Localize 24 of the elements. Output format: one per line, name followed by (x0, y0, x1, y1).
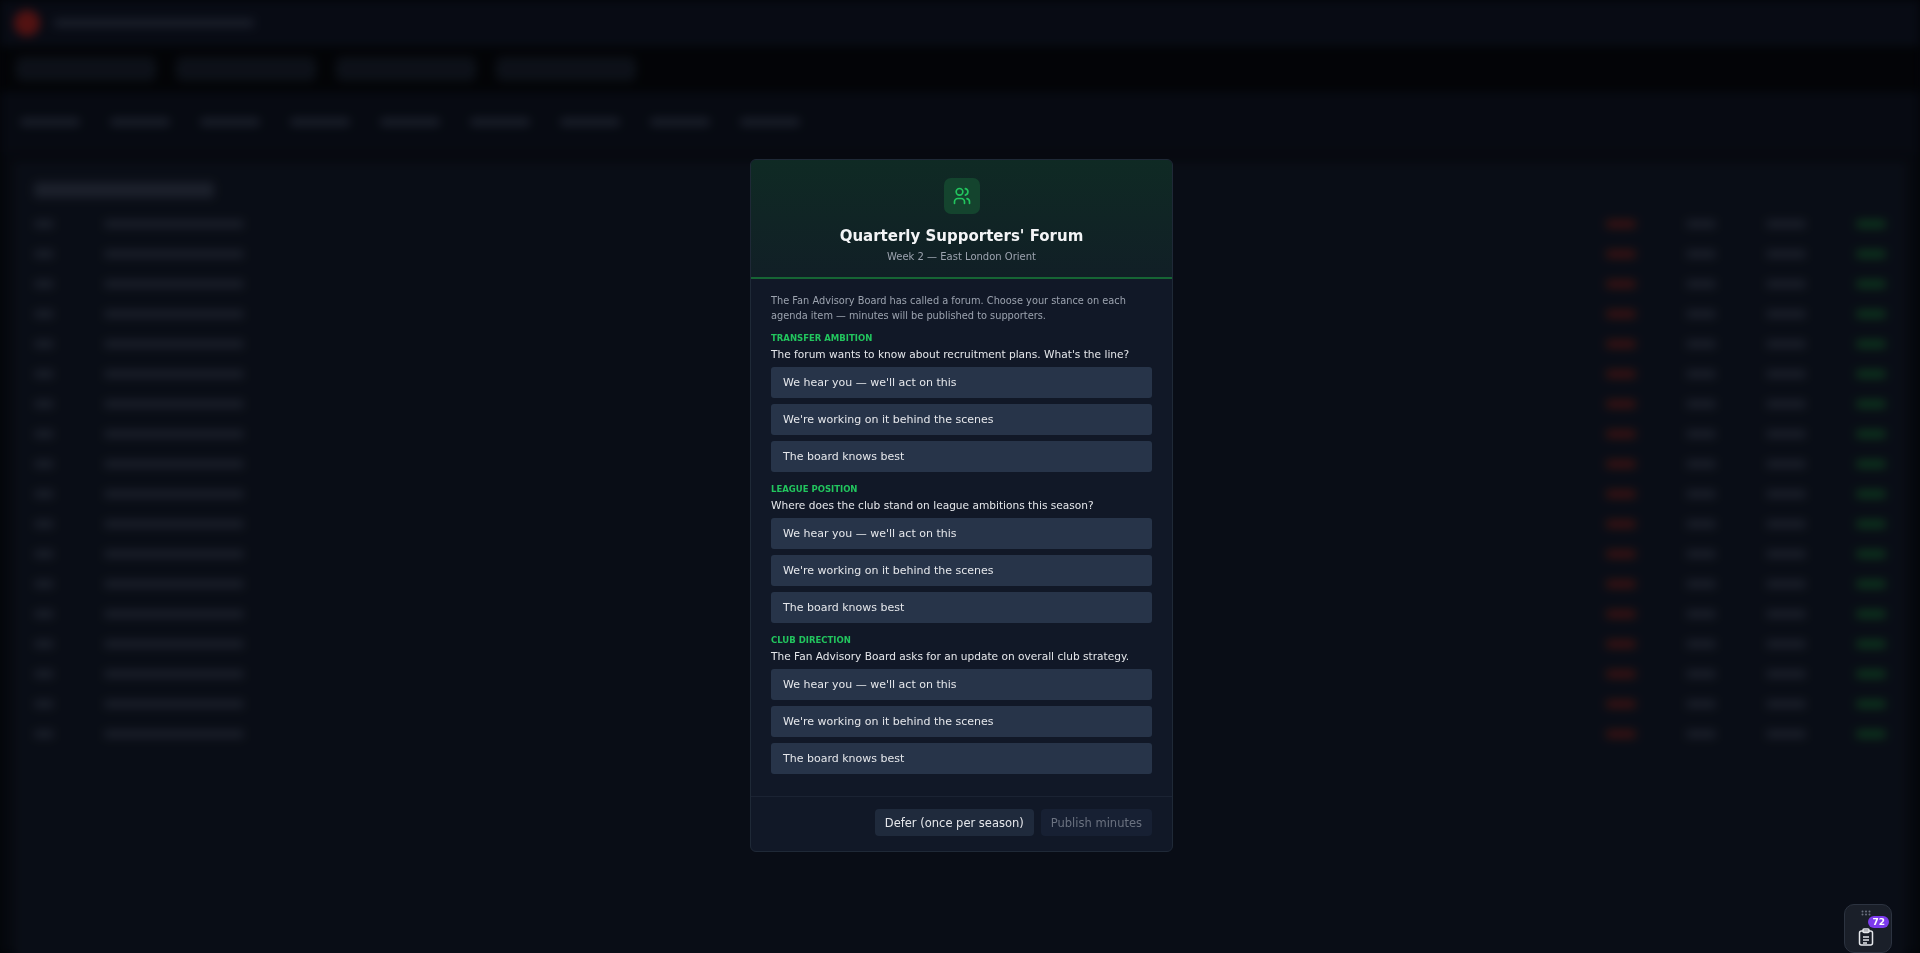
section-label: CLUB DIRECTION (771, 635, 852, 645)
intro-text: The Fan Advisory Board has called a forum. Choose your stance on each agenda item — minutes will be published to supporters. (771, 294, 1127, 323)
stance-option[interactable]: The board knows best (771, 441, 1152, 472)
dialog-subtitle: Week 2 — East London Orient (886, 251, 1037, 262)
stance-option[interactable]: We hear you — we'll act on this (771, 669, 1152, 700)
stance-option[interactable]: The board knows best (771, 743, 1152, 774)
stance-option[interactable]: We hear you — we'll act on this (771, 518, 1152, 549)
people-icon (943, 178, 980, 214)
footer-button[interactable]: Defer (once per season) (874, 809, 1034, 836)
question-text: The Fan Advisory Board asks for an update on overall club strategy. (771, 650, 1131, 662)
grip-icon (1861, 910, 1871, 916)
stance-option[interactable]: The board knows best (771, 592, 1152, 623)
question-text: Where does the club stand on league ambitions this season? (771, 499, 1095, 511)
count-badge: 72 (1868, 916, 1889, 928)
section-label: LEAGUE POSITION (771, 484, 859, 494)
stance-option[interactable]: We're working on it behind the scenes (771, 404, 1152, 435)
task-widget[interactable]: 72 (1844, 904, 1892, 953)
stance-option[interactable]: We're working on it behind the scenes (771, 706, 1152, 737)
stance-option[interactable]: We hear you — we'll act on this (771, 367, 1152, 398)
section-label: TRANSFER AMBITION (771, 333, 874, 343)
dialog-title: Quarterly Supporters' Forum (839, 227, 1084, 245)
clipboard-icon (1858, 928, 1874, 946)
question-text: The forum wants to know about recruitment plans. What's the line? (771, 348, 1131, 360)
stance-option[interactable]: We're working on it behind the scenes (771, 555, 1152, 586)
